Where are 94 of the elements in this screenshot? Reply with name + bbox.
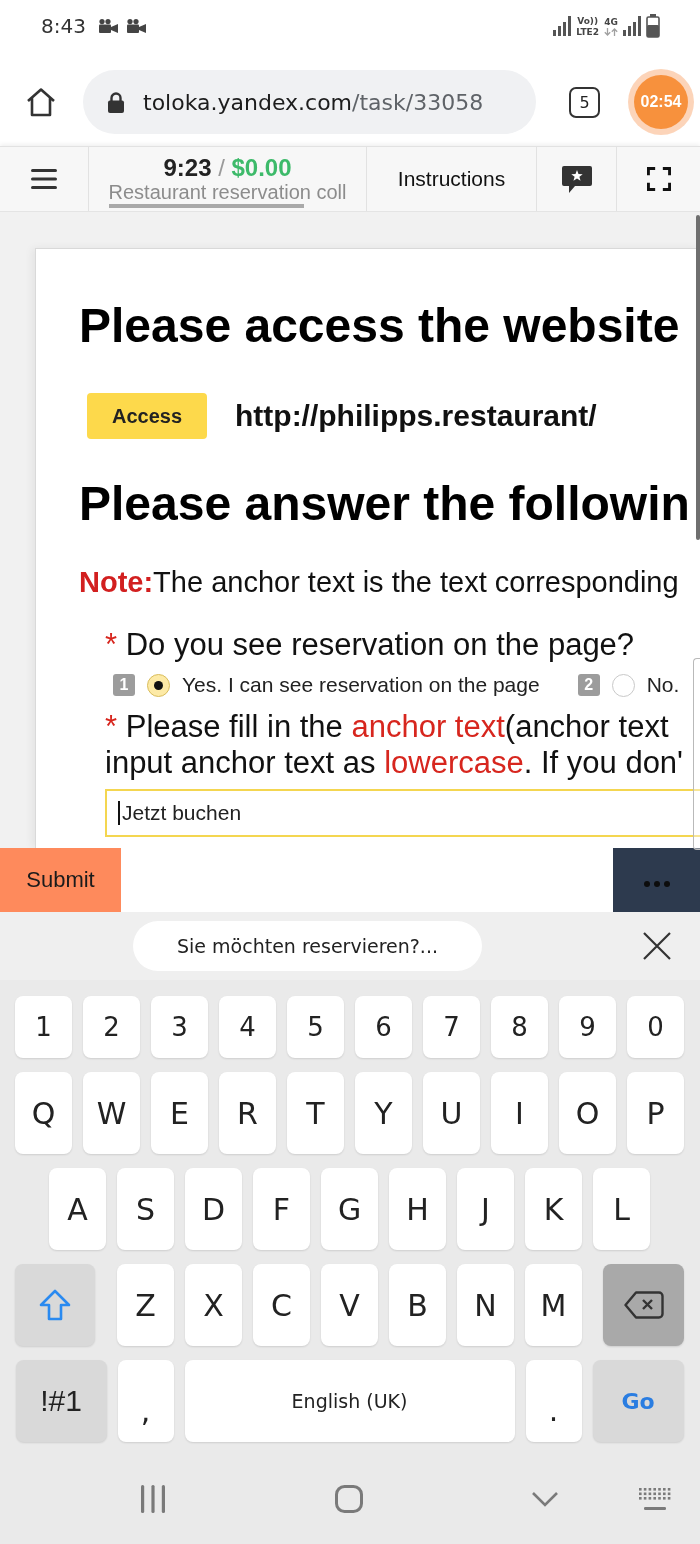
keyboard-key[interactable]: ,	[117, 1360, 174, 1442]
keyboard-key[interactable]: T	[287, 1072, 344, 1154]
answer-field[interactable]: Jetzt buchen	[105, 789, 700, 837]
text-cursor	[118, 801, 120, 825]
keyboard-key[interactable]: 9	[559, 996, 616, 1058]
radio-button[interactable]	[147, 673, 170, 697]
home-icon[interactable]	[26, 87, 56, 117]
keyboard-key[interactable]: 7	[423, 996, 480, 1058]
keyboard-key[interactable]: 8	[491, 996, 548, 1058]
shortcut-badge: 1	[113, 674, 135, 696]
back-button[interactable]	[531, 1491, 559, 1507]
keyboard-key[interactable]: 6	[355, 996, 412, 1058]
backspace-key[interactable]	[603, 1264, 684, 1346]
question-text: * Do you see reservation on the page?	[105, 627, 635, 663]
recent-apps-button[interactable]	[141, 1485, 165, 1513]
radio-button[interactable]	[611, 673, 635, 697]
menu-icon	[31, 169, 57, 189]
section-heading: Please answer the followin	[79, 477, 690, 531]
keyboard-key[interactable]: J	[457, 1168, 514, 1250]
keyboard-key[interactable]: W	[83, 1072, 140, 1154]
recent-apps-icon	[141, 1485, 165, 1513]
keyboard-key[interactable]: Z	[117, 1264, 174, 1346]
keyboard-key[interactable]: R	[219, 1072, 276, 1154]
tab-count[interactable]: 5	[569, 86, 600, 118]
keyboard-key[interactable]: B	[389, 1264, 446, 1346]
home-icon	[335, 1485, 363, 1513]
website-url: http://philipps.restaurant/	[235, 399, 597, 433]
chat-star-icon	[560, 164, 593, 194]
keyboard-key[interactable]: H	[389, 1168, 446, 1250]
keyboard-key[interactable]: E	[151, 1072, 208, 1154]
url-text: toloka.yandex.com/task/33058	[143, 89, 484, 115]
keyboard-key[interactable]: P	[627, 1072, 684, 1154]
address-bar[interactable]: toloka.yandex.com/task/33058	[83, 70, 536, 134]
keyboard-key[interactable]: Q	[15, 1072, 72, 1154]
data-arrows-icon	[604, 27, 618, 36]
keyboard-key[interactable]: 4	[219, 996, 276, 1058]
keyboard-key[interactable]: 1	[15, 996, 72, 1058]
question-text: * Please fill in the anchor text(anchor text input anchor text as lowercase. If you don'	[105, 709, 684, 781]
keyboard-key[interactable]: .	[525, 1360, 582, 1442]
keyboard-switch-button[interactable]	[639, 1488, 671, 1510]
keyboard-key[interactable]: C	[253, 1264, 310, 1346]
more-icon	[643, 881, 670, 887]
task-stats: 9:23 / $0.00	[163, 154, 292, 181]
space-key[interactable]: English (UK)	[184, 1360, 515, 1442]
battery-icon	[646, 14, 660, 38]
symbols-key[interactable]: !#1	[15, 1360, 107, 1442]
suggestion-chip[interactable]: Sie möchten reservieren?...	[133, 921, 482, 971]
shortcut-badge: 2	[577, 674, 600, 696]
chevron-down-icon	[531, 1491, 559, 1507]
fullscreen-icon	[646, 167, 671, 191]
close-button[interactable]	[643, 932, 671, 960]
video-camera-icon	[97, 19, 118, 33]
edge-panel-handle[interactable]	[693, 658, 700, 850]
keyboard-key[interactable]: Y	[355, 1072, 412, 1154]
keyboard-key[interactable]: 5	[287, 996, 344, 1058]
option-label[interactable]: No.	[646, 673, 680, 697]
lock-icon	[107, 91, 125, 113]
video-camera-icon	[125, 19, 146, 33]
keyboard-key[interactable]: V	[321, 1264, 378, 1346]
clock-text: 8:43	[41, 14, 86, 38]
submit-button[interactable]: Submit	[0, 848, 121, 912]
keyboard-key[interactable]: K	[525, 1168, 582, 1250]
shift-key[interactable]	[15, 1264, 95, 1346]
access-button[interactable]: Access	[87, 393, 207, 439]
instructions-button[interactable]: Instructions	[366, 147, 536, 211]
keyboard-key[interactable]: O	[559, 1072, 616, 1154]
keyboard-key[interactable]: F	[253, 1168, 310, 1250]
section-heading: Please access the website	[79, 299, 680, 353]
timer-badge: 02:54	[634, 75, 688, 129]
keyboard-key[interactable]: 2	[83, 996, 140, 1058]
keyboard-icon	[639, 1488, 671, 1510]
backspace-icon	[623, 1291, 664, 1319]
keyboard-key[interactable]: L	[593, 1168, 650, 1250]
keyboard-key[interactable]: I	[491, 1072, 548, 1154]
keyboard-key[interactable]: S	[117, 1168, 174, 1250]
signal-icon	[623, 16, 641, 36]
lte-label: LTE2	[576, 26, 599, 37]
option-label[interactable]: Yes. I can see reservation on the page	[182, 673, 540, 697]
volte-label: Vo))	[577, 15, 599, 26]
keyboard-key[interactable]: N	[457, 1264, 514, 1346]
keyboard-key[interactable]: G	[321, 1168, 378, 1250]
note-text: Note:The anchor text is the text corresponding	[79, 565, 679, 599]
close-icon	[643, 932, 671, 960]
keyboard-key[interactable]: M	[525, 1264, 582, 1346]
keyboard-key[interactable]: X	[185, 1264, 242, 1346]
keyboard-key[interactable]: A	[49, 1168, 106, 1250]
task-title: Restaurant reservation coll	[108, 180, 347, 203]
signal-icon	[553, 16, 572, 36]
keyboard-key[interactable]: 3	[151, 996, 208, 1058]
home-button[interactable]	[335, 1485, 363, 1513]
keyboard-key[interactable]: D	[185, 1168, 242, 1250]
keyboard-key[interactable]: U	[423, 1072, 480, 1154]
keyboard-key[interactable]: 0	[627, 996, 684, 1058]
network-label: 4G	[604, 16, 618, 27]
